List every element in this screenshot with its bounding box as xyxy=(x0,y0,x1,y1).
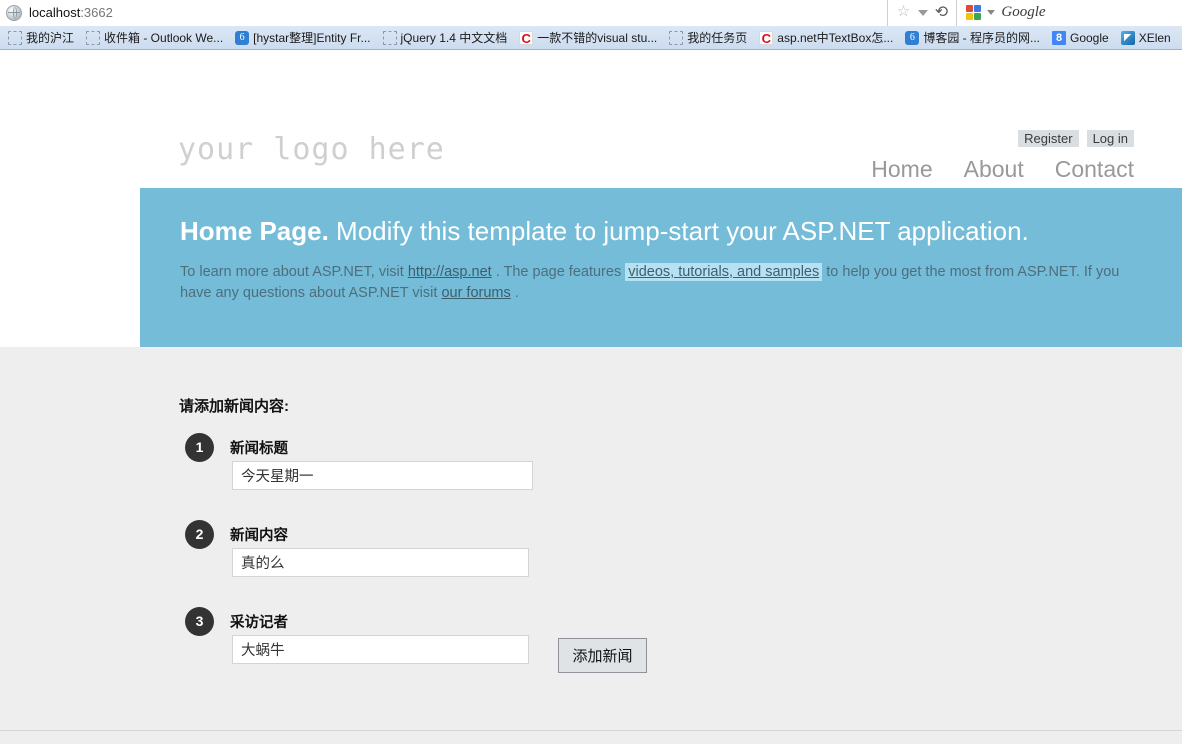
csdn-icon: C xyxy=(759,30,774,45)
chevron-down-icon[interactable] xyxy=(918,9,928,16)
site-logo[interactable]: your logo here xyxy=(178,132,445,167)
hero-banner: Home Page. Modify this template to jump-… xyxy=(140,188,1182,347)
bookmark-item[interactable]: 6 博客园 - 程序员的网... xyxy=(899,27,1046,49)
bookmark-item[interactable]: Casp.net中TextBox怎... xyxy=(753,27,899,49)
register-link[interactable]: Register xyxy=(1018,130,1079,147)
add-news-button[interactable]: 添加新闻 xyxy=(558,638,647,673)
nav-item-about[interactable]: About xyxy=(964,156,1024,183)
bookmark-item[interactable]: 收件箱 - Outlook We... xyxy=(80,27,229,49)
bookmark-label: asp.net中TextBox怎... xyxy=(777,30,894,45)
url-port: :3662 xyxy=(80,5,113,20)
blue-site-icon: 6 xyxy=(235,30,250,45)
url-host: localhost xyxy=(29,5,81,20)
bookmark-label: jQuery 1.4 中文文档 xyxy=(400,30,508,45)
main-nav: Home About Contact xyxy=(871,156,1134,183)
hero-body-part1: To learn more about ASP.NET, visit xyxy=(180,264,408,280)
step-number-badge: 2 xyxy=(185,520,214,549)
bookmark-label: 我的沪江 xyxy=(26,30,75,45)
search-engine-chevron-icon[interactable] xyxy=(987,10,996,15)
hero-body-part4: . xyxy=(510,285,519,301)
bookmark-item[interactable]: 我的沪江 xyxy=(2,27,80,49)
globe-icon xyxy=(6,4,22,21)
reporter-input[interactable] xyxy=(232,635,529,664)
xelement-icon xyxy=(1120,30,1135,45)
bookmark-item[interactable]: C 一款不错的visual stu... xyxy=(513,27,663,49)
google-bookmark-icon: 8 xyxy=(1052,30,1066,45)
step-number-badge: 3 xyxy=(185,607,214,636)
hero-body: To learn more about ASP.NET, visit http:… xyxy=(180,262,1145,304)
bookmark-item[interactable]: 我的任务页 xyxy=(663,27,753,49)
hero-heading-rest: Modify this template to jump-start your … xyxy=(328,216,1029,246)
bookmark-label: 博客园 - 程序员的网... xyxy=(923,30,1040,45)
csdn-icon: C xyxy=(519,30,534,45)
google-icon xyxy=(966,5,982,20)
blue-site-icon: 6 xyxy=(905,30,920,45)
news-content-input[interactable] xyxy=(232,548,529,577)
news-title-input[interactable] xyxy=(232,461,533,490)
address-bar-controls: ☆ ⟳ xyxy=(888,0,958,26)
hero-body-part2: . The page features xyxy=(491,264,626,280)
videos-tutorials-samples-link[interactable]: videos, tutorials, and samples xyxy=(625,263,823,281)
reload-icon[interactable]: ⟳ xyxy=(935,4,948,21)
bookmark-label: 一款不错的visual stu... xyxy=(537,30,658,45)
aspnet-link[interactable]: http://asp.net xyxy=(408,264,492,280)
bookmark-label: XElen xyxy=(1138,30,1171,45)
browser-toolbar: localhost:3662 ☆ ⟳ Google xyxy=(0,0,1182,26)
bookmark-item[interactable]: 6 [hystar整理]Entity Fr... xyxy=(229,27,376,49)
address-bar-text: localhost:3662 xyxy=(29,5,113,20)
generic-page-icon xyxy=(669,30,684,45)
bookmark-label: 我的任务页 xyxy=(687,30,748,45)
nav-item-contact[interactable]: Contact xyxy=(1055,156,1134,183)
browser-search-box[interactable]: Google xyxy=(957,0,1182,26)
bookmark-item[interactable]: XElen xyxy=(1115,27,1177,49)
bookmarks-bar: 我的沪江 收件箱 - Outlook We... 6 [hystar整理]Entity… xyxy=(0,26,1182,50)
login-link[interactable]: Log in xyxy=(1086,130,1134,147)
hero-heading-bold: Home Page. xyxy=(180,216,329,246)
bookmark-label: Google xyxy=(1070,30,1109,45)
step-label-news-content: 新闻内容 xyxy=(230,528,288,544)
generic-page-icon xyxy=(86,30,101,45)
forums-link[interactable]: our forums xyxy=(441,285,510,301)
form-title: 请添加新闻内容: xyxy=(179,398,289,415)
hero-heading: Home Page. Modify this template to jump-… xyxy=(180,216,1029,247)
content-area: 请添加新闻内容: 1 新闻标题 2 新闻内容 3 采访记者 添加新闻 xyxy=(0,347,1182,730)
auth-links: Register Log in xyxy=(1018,130,1134,147)
bookmark-item[interactable]: jQuery 1.4 中文文档 xyxy=(377,27,514,49)
generic-page-icon xyxy=(8,30,22,45)
step-label-reporter: 采访记者 xyxy=(230,615,288,631)
bookmark-item[interactable]: 8 Google xyxy=(1046,27,1115,49)
bookmark-star-icon[interactable]: ☆ xyxy=(896,4,911,20)
page-viewport: your logo here Register Log in Home Abou… xyxy=(0,50,1182,744)
nav-item-home[interactable]: Home xyxy=(871,156,932,183)
search-input-placeholder: Google xyxy=(1001,4,1046,20)
bookmark-label: [hystar整理]Entity Fr... xyxy=(253,30,371,45)
bookmark-label: 收件箱 - Outlook We... xyxy=(104,30,224,45)
address-bar[interactable]: localhost:3662 xyxy=(0,0,888,26)
generic-page-icon xyxy=(382,30,397,45)
step-label-news-title: 新闻标题 xyxy=(230,441,288,457)
browser-chrome: localhost:3662 ☆ ⟳ Google 我的沪江 收件箱 - Outl… xyxy=(0,0,1182,50)
site-footer: © 2012 - My ASP.NET Application-大蜗牛 xyxy=(0,730,1182,744)
step-number-badge: 1 xyxy=(185,433,214,462)
